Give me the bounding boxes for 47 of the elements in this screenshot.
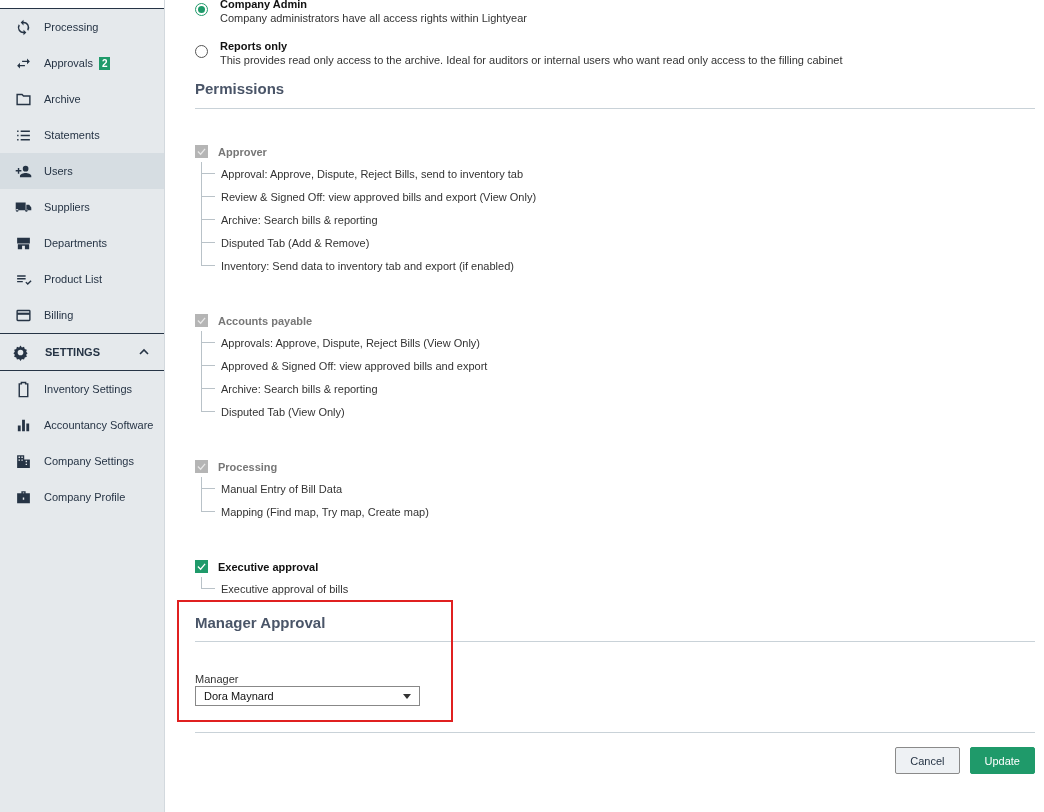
permission-item: Approval: Approve, Dispute, Reject Bills, send to inventory tab (221, 167, 524, 180)
update-button[interactable]: Update (969, 747, 1035, 774)
field-label: Manager (195, 673, 240, 685)
permission-group-label: Approver (218, 145, 267, 158)
sidebar-item[interactable]: Company Profile (0, 479, 164, 515)
permission-item: Review & Signed Off: view approved bills and export (View Only) (221, 190, 537, 203)
permission-item: Approvals: Approve, Dispute, Reject Bills (View Only) (221, 336, 480, 349)
permission-item: Manual Entry of Bill Data (221, 482, 343, 495)
sidebar-item[interactable]: Inventory Settings (0, 371, 164, 407)
permission-group-label: Processing (218, 460, 278, 473)
cancel-button[interactable]: Cancel (895, 747, 960, 774)
role-title: Company Admin (220, 0, 308, 11)
sidebar-item[interactable]: Archive (0, 81, 164, 117)
briefcase-icon (15, 488, 32, 506)
sidebar-item[interactable]: Users (0, 153, 164, 189)
settings-header[interactable]: SETTINGS (0, 333, 164, 371)
sidebar-item[interactable]: Departments (0, 225, 164, 261)
caret-icon (403, 693, 411, 699)
role-description: This provides read only access to the archive. Ideal for auditors or internal users who want read only access to the filling cabinet (220, 53, 843, 68)
sidebar-item[interactable]: Company Settings (0, 443, 164, 479)
refresh-icon (15, 18, 32, 36)
permission-item: Disputed Tab (View Only) (221, 406, 345, 418)
sidebar-item[interactable]: Accountancy Software (0, 407, 164, 443)
permission-item: Approved & Signed Off: view approved bills and export (221, 359, 488, 372)
sidebar-item[interactable]: Processing (0, 9, 164, 45)
permission-item: Archive: Search bills & reporting (221, 382, 378, 395)
manager-dropdown[interactable]: Dora Maynard (195, 686, 420, 706)
count-badge: 2 (98, 56, 111, 70)
permission-item: Archive: Search bills & reporting (221, 213, 378, 226)
permission-item: Mapping (Find map, Try map, Create map) (221, 506, 429, 518)
section-heading: Permissions (195, 80, 286, 97)
sidebar-item[interactable]: Suppliers (0, 189, 164, 225)
role-description: Company administrators have all access rights within Lightyear (220, 11, 527, 26)
building-icon (15, 452, 32, 470)
permission-item: Executive approval of bills (221, 583, 349, 595)
permission-group-label: Executive approval (218, 560, 319, 573)
permission-item: Disputed Tab (Add & Remove) (221, 236, 370, 249)
sidebar-item[interactable]: Product List (0, 261, 164, 297)
settings-icon (12, 343, 29, 361)
sidebar-item[interactable]: Approvals 2 (0, 45, 164, 81)
sidebar-item[interactable]: Statements (0, 117, 164, 153)
permission-item: Inventory: Send data to inventory tab and export (if enabled) (221, 260, 514, 272)
role-title: Reports only (220, 39, 289, 53)
checkbox[interactable] (195, 560, 208, 573)
section-heading: Manager Approval (195, 613, 327, 631)
sidebar-item[interactable]: Billing (0, 297, 164, 333)
permission-group-label: Accounts payable (218, 314, 313, 327)
